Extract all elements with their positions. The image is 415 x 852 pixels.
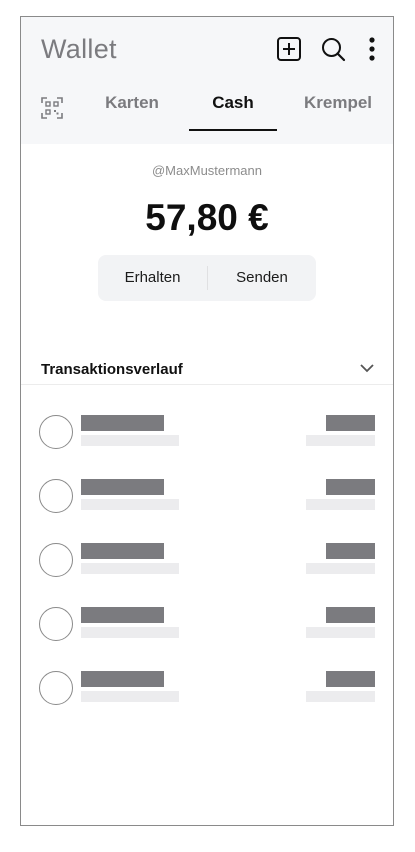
transaction-history-header[interactable]: Transaktionsverlauf <box>21 349 393 385</box>
skeleton-title <box>81 479 164 495</box>
search-icon[interactable] <box>319 35 347 63</box>
app-title: Wallet <box>41 34 117 64</box>
tab-cash[interactable]: Cash <box>189 93 277 131</box>
avatar-placeholder <box>39 479 73 513</box>
action-button-group: Erhalten Senden <box>98 255 316 301</box>
skeleton-date <box>306 627 375 638</box>
skeleton-date <box>306 563 375 574</box>
plus-square-icon[interactable] <box>275 35 303 63</box>
skeleton-subtitle <box>81 691 179 702</box>
skeleton-date <box>306 499 375 510</box>
tab-karten[interactable]: Karten <box>92 93 172 131</box>
skeleton-amount <box>326 479 375 495</box>
transaction-placeholder-row <box>21 543 393 583</box>
skeleton-amount <box>326 671 375 687</box>
transaction-placeholder-row <box>21 415 393 455</box>
skeleton-title <box>81 671 164 687</box>
skeleton-subtitle <box>81 435 179 446</box>
skeleton-subtitle <box>81 499 179 510</box>
avatar-placeholder <box>39 607 73 641</box>
skeleton-date <box>306 435 375 446</box>
skeleton-amount <box>326 607 375 623</box>
avatar-placeholder <box>39 415 73 449</box>
transaction-placeholder-row <box>21 607 393 647</box>
more-vertical-icon[interactable] <box>359 35 385 63</box>
send-button[interactable]: Senden <box>208 255 316 301</box>
avatar-placeholder <box>39 671 73 705</box>
username-label: @MaxMustermann <box>151 163 262 178</box>
balance-amount: 57,80 € <box>145 197 269 238</box>
avatar-placeholder <box>39 543 73 577</box>
tab-bar: Karten Cash Krempel <box>21 85 393 131</box>
receive-button[interactable]: Erhalten <box>98 255 207 301</box>
chevron-down-icon[interactable] <box>358 359 376 377</box>
tab-krempel[interactable]: Krempel <box>293 93 383 131</box>
skeleton-subtitle <box>81 627 179 638</box>
section-title: Transaktionsverlauf <box>41 361 183 378</box>
skeleton-title <box>81 415 164 431</box>
skeleton-date <box>306 691 375 702</box>
skeleton-amount <box>326 543 375 559</box>
skeleton-title <box>81 543 164 559</box>
transaction-placeholder-row <box>21 479 393 519</box>
transaction-placeholder-row <box>21 671 393 711</box>
skeleton-amount <box>326 415 375 431</box>
qr-code-icon[interactable] <box>41 97 63 119</box>
phone-frame: Wallet Karten Cash Krempel @MaxMusterman… <box>20 16 394 826</box>
skeleton-subtitle <box>81 563 179 574</box>
skeleton-title <box>81 607 164 623</box>
app-header: Wallet Karten Cash Krempel <box>21 17 393 144</box>
